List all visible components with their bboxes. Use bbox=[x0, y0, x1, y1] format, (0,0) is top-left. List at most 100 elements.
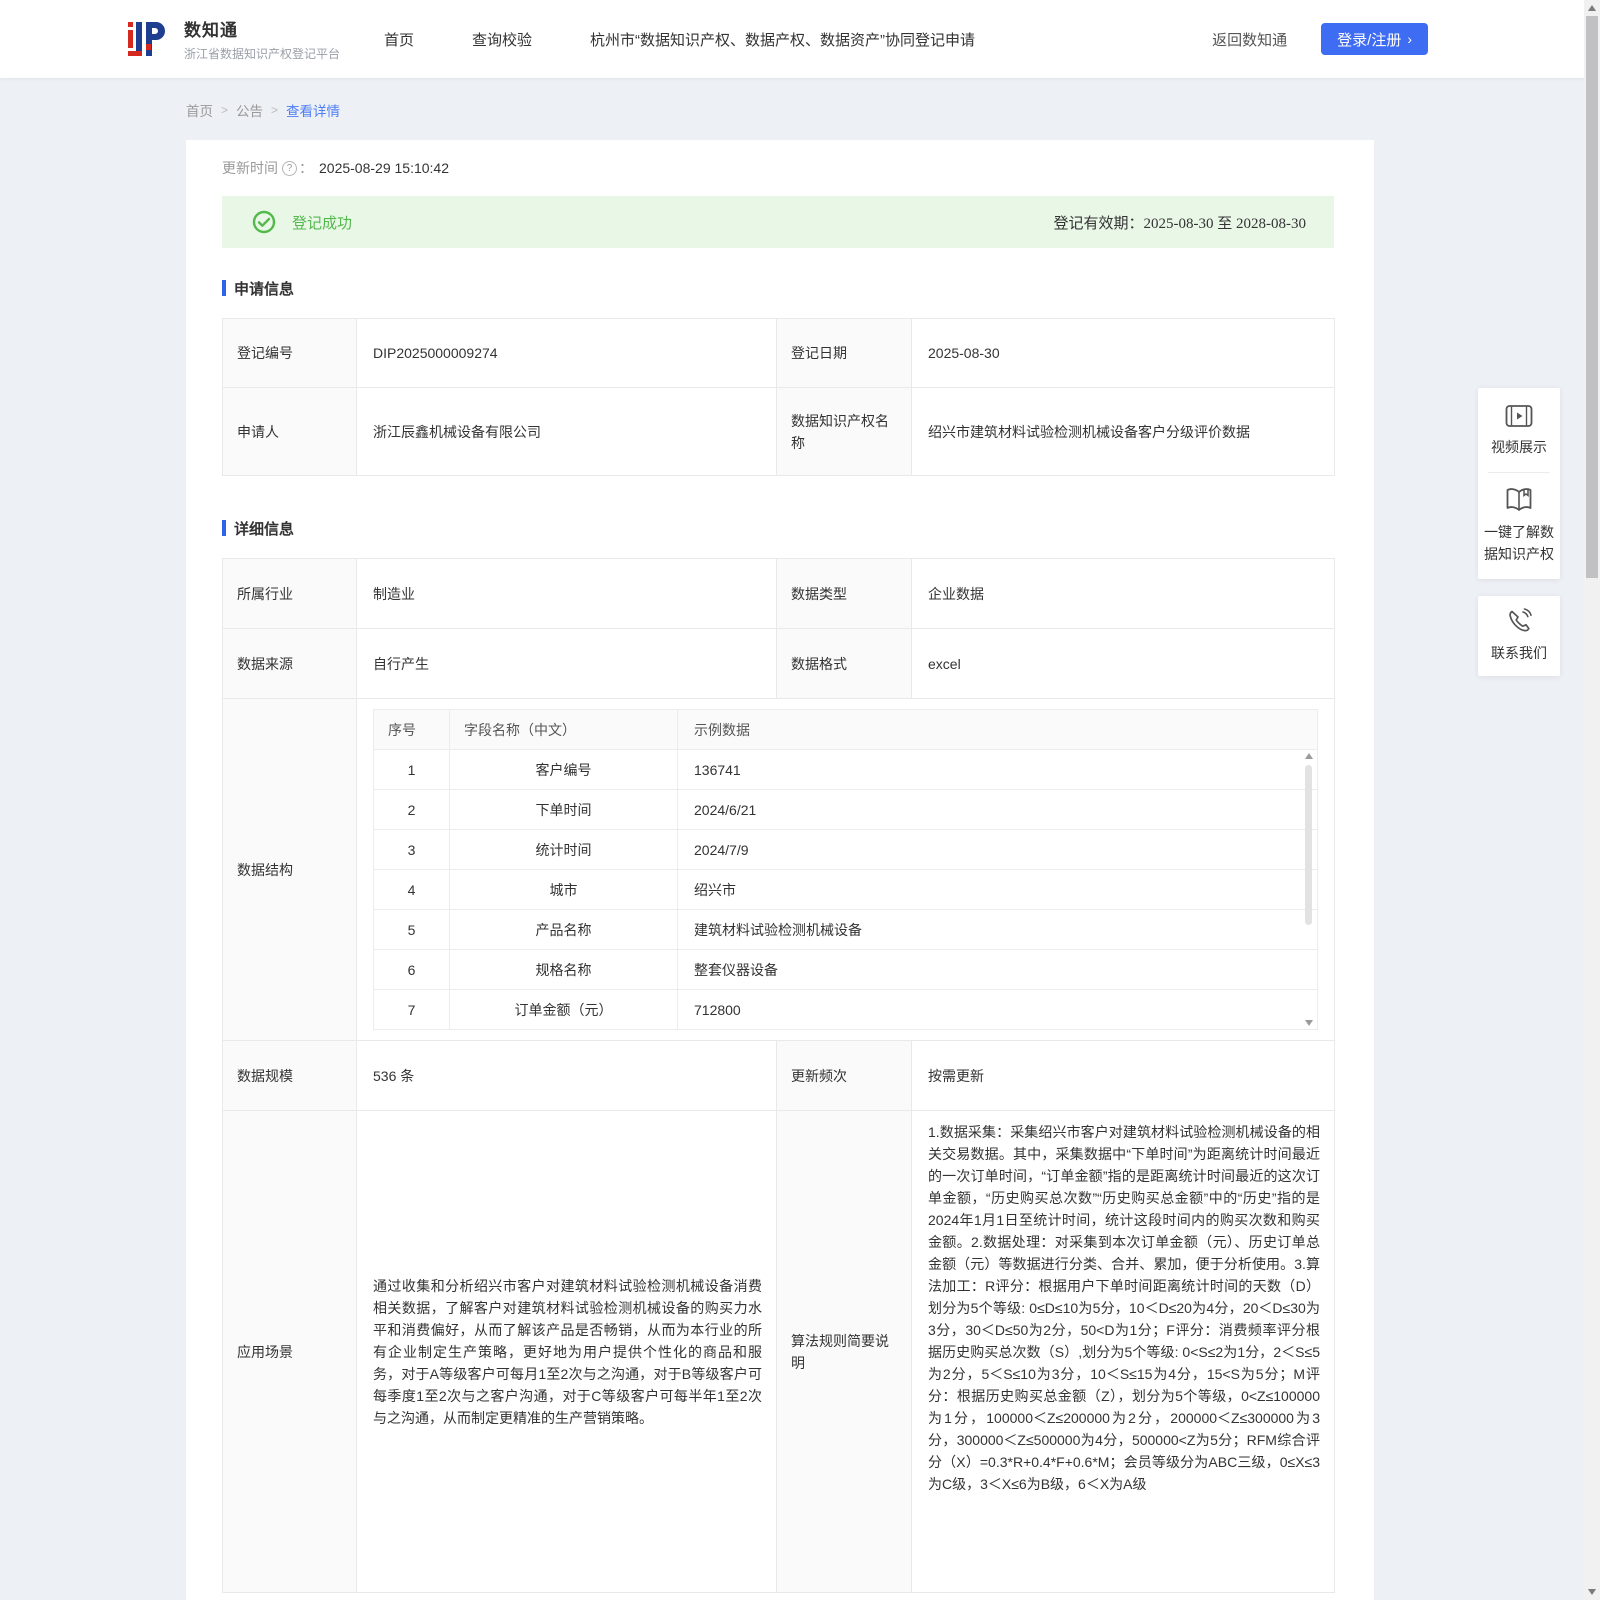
video-demo-item[interactable]: 视频展示 bbox=[1484, 404, 1554, 458]
table-row: 应用场景 通过收集和分析绍兴市客户对建筑材料试验检测机械设备消费相关数据，了解客… bbox=[222, 1110, 1335, 1593]
structure-table-body: 1 客户编号 136741 2 下单时间 2024/6/21 3 统计时间 2024/7/9 4 城… bbox=[373, 749, 1318, 1030]
breadcrumb-separator: > bbox=[271, 103, 279, 117]
logo-subtitle: 浙江省数据知识产权登记平台 bbox=[184, 47, 341, 61]
structure-cell-index: 4 bbox=[373, 869, 450, 910]
login-register-button[interactable]: 登录/注册 › bbox=[1321, 23, 1428, 55]
scrollbar-thumb[interactable] bbox=[1305, 765, 1312, 925]
validity-period: 登记有效期：2025-08-30 至 2028-08-30 bbox=[1054, 212, 1307, 233]
page-scrollbar[interactable] bbox=[1584, 0, 1600, 1600]
scroll-up-icon[interactable] bbox=[1588, 5, 1596, 11]
table-row: 数据规模 536 条 更新频次 按需更新 bbox=[222, 1040, 1335, 1111]
structure-cell: 序号 字段名称（中文） 示例数据 1 客户编号 136741 2 下单时间 2024/6/… bbox=[356, 698, 1335, 1041]
breadcrumb-announcements[interactable]: 公告 bbox=[236, 100, 263, 120]
detail-info-table: 所属行业 制造业 数据类型 企业数据 数据来源 自行产生 数据格式 excel … bbox=[222, 558, 1335, 1593]
table-row: 申请人 浙江辰鑫机械设备有限公司 数据知识产权名称 绍兴市建筑材料试验检测机械设… bbox=[222, 387, 1335, 476]
scenario-text: 通过收集和分析绍兴市客户对建筑材料试验检测机械设备消费相关数据，了解客户对建筑材… bbox=[356, 1110, 777, 1593]
structure-cell-index: 5 bbox=[373, 909, 450, 950]
structure-cell-field: 客户编号 bbox=[449, 749, 678, 790]
scroll-up-icon[interactable] bbox=[1305, 753, 1313, 759]
scale-value: 536 条 bbox=[356, 1040, 777, 1111]
breadcrumb-separator: > bbox=[221, 103, 229, 117]
logo-text: 数知通 浙江省数据知识产权登记平台 bbox=[184, 16, 340, 62]
breadcrumb-home[interactable]: 首页 bbox=[186, 100, 213, 120]
breadcrumb-current-detail: 查看详情 bbox=[286, 104, 341, 119]
structure-cell-sample: 136741 bbox=[677, 749, 1318, 790]
scroll-down-icon[interactable] bbox=[1588, 1589, 1596, 1595]
header-right: 返回数知通 登录/注册 › bbox=[1212, 23, 1428, 55]
nav-item-home[interactable]: 首页 bbox=[384, 29, 414, 50]
phone-icon bbox=[1509, 608, 1532, 632]
update-time-value: 2025-08-29 15:10:42 bbox=[319, 160, 449, 176]
structure-header-index: 序号 bbox=[373, 709, 450, 750]
structure-cell-index: 1 bbox=[373, 749, 450, 790]
data-format-label: 数据格式 bbox=[776, 628, 912, 699]
video-demo-label: 视频展示 bbox=[1491, 439, 1547, 455]
frequency-value: 按需更新 bbox=[911, 1040, 1335, 1111]
data-type-label: 数据类型 bbox=[776, 558, 912, 629]
structure-scrollbar[interactable] bbox=[1304, 753, 1314, 1026]
nav-item-hangzhou-joint-registration[interactable]: 杭州市“数据知识产权、数据产权、数据资产”协同登记申请 bbox=[590, 29, 975, 50]
logo[interactable]: 数知通 浙江省数据知识产权登记平台 bbox=[128, 16, 340, 62]
reg-date-value: 2025-08-30 bbox=[911, 318, 1335, 388]
update-time-line: 更新时间 ? ： 2025-08-29 15:10:42 bbox=[222, 157, 1334, 179]
structure-cell-field: 城市 bbox=[449, 869, 678, 910]
structure-label: 数据结构 bbox=[222, 698, 357, 1041]
data-type-value: 企业数据 bbox=[911, 558, 1335, 629]
structure-row: 4 城市 绍兴市 bbox=[373, 869, 1318, 910]
scenario-label: 应用场景 bbox=[222, 1110, 357, 1593]
table-row: 数据结构 序号 字段名称（中文） 示例数据 1 客户编号 136741 2 下单时间 20… bbox=[222, 698, 1335, 1041]
detail-card: 更新时间 ? ： 2025-08-29 15:10:42 登记成功 登记有效期：… bbox=[186, 140, 1374, 1600]
one-click-guide-label: 一键了解数据知识产权 bbox=[1484, 524, 1554, 562]
structure-row: 5 产品名称 建筑材料试验检测机械设备 bbox=[373, 909, 1318, 950]
contact-us-item[interactable]: 联系我们 bbox=[1484, 608, 1554, 664]
side-tools-panel: 视频展示 一键了解数据知识产权 bbox=[1478, 388, 1560, 579]
reg-no-label: 登记编号 bbox=[222, 318, 357, 388]
section-detail-title: 详细信息 bbox=[234, 520, 295, 538]
scrollbar-thumb[interactable] bbox=[1586, 16, 1598, 578]
success-check-icon bbox=[252, 210, 276, 234]
structure-header-sample: 示例数据 bbox=[677, 709, 1318, 750]
structure-cell-index: 2 bbox=[373, 789, 450, 830]
login-register-label: 登录/注册 bbox=[1337, 31, 1402, 49]
chevron-right-icon: › bbox=[1407, 31, 1412, 47]
structure-cell-sample: 712800 bbox=[677, 989, 1318, 1030]
table-row: 登记编号 DIP2025000009274 登记日期 2025-08-30 bbox=[222, 318, 1335, 388]
section-application-title: 申请信息 bbox=[234, 280, 295, 298]
dip-name-value: 绍兴市建筑材料试验检测机械设备客户分级评价数据 bbox=[911, 387, 1335, 476]
structure-header-field: 字段名称（中文） bbox=[449, 709, 678, 750]
contact-us-label: 联系我们 bbox=[1491, 645, 1547, 661]
book-icon bbox=[1506, 488, 1532, 511]
update-time-colon: ： bbox=[299, 160, 313, 176]
help-icon[interactable]: ? bbox=[282, 160, 297, 176]
structure-cell-sample: 整套仪器设备 bbox=[677, 949, 1318, 990]
nav-item-query-verify[interactable]: 查询校验 bbox=[472, 29, 532, 50]
one-click-guide-item[interactable]: 一键了解数据知识产权 bbox=[1484, 487, 1554, 565]
industry-value: 制造业 bbox=[356, 558, 777, 629]
dip-name-label: 数据知识产权名称 bbox=[776, 387, 912, 476]
section-bar bbox=[222, 520, 226, 536]
algorithm-label: 算法规则简要说明 bbox=[776, 1110, 912, 1593]
table-row: 所属行业 制造业 数据类型 企业数据 bbox=[222, 558, 1335, 629]
structure-cell-index: 3 bbox=[373, 829, 450, 870]
top-header: 数知通 浙江省数据知识产权登记平台 首页 查询校验 杭州市“数据知识产权、数据产… bbox=[0, 0, 1600, 78]
data-source-label: 数据来源 bbox=[222, 628, 357, 699]
algorithm-text: 1.数据采集：采集绍兴市客户对建筑材料试验检测机械设备的相关交易数据。其中，采集… bbox=[911, 1110, 1335, 1593]
scale-label: 数据规模 bbox=[222, 1040, 357, 1111]
structure-table-wrap: 序号 字段名称（中文） 示例数据 1 客户编号 136741 2 下单时间 2024/6/… bbox=[373, 709, 1318, 1030]
structure-cell-sample: 建筑材料试验检测机械设备 bbox=[677, 909, 1318, 950]
section-application-info: 申请信息 bbox=[222, 278, 1334, 298]
reg-date-label: 登记日期 bbox=[776, 318, 912, 388]
data-format-value: excel bbox=[911, 628, 1335, 699]
structure-cell-field: 统计时间 bbox=[449, 829, 678, 870]
back-to-shuzhitong-link[interactable]: 返回数知通 bbox=[1212, 29, 1287, 50]
logo-title: 数知通 bbox=[184, 21, 238, 40]
video-icon bbox=[1505, 405, 1533, 427]
reg-no-value: DIP2025000009274 bbox=[356, 318, 777, 388]
structure-cell-sample: 2024/7/9 bbox=[677, 829, 1318, 870]
structure-cell-field: 产品名称 bbox=[449, 909, 678, 950]
scroll-down-icon[interactable] bbox=[1305, 1020, 1313, 1026]
registration-status-text: 登记成功 bbox=[292, 214, 353, 232]
structure-row: 1 客户编号 136741 bbox=[373, 749, 1318, 790]
section-detail-info: 详细信息 bbox=[222, 518, 1334, 538]
validity-label: 登记有效期： bbox=[1053, 215, 1144, 232]
